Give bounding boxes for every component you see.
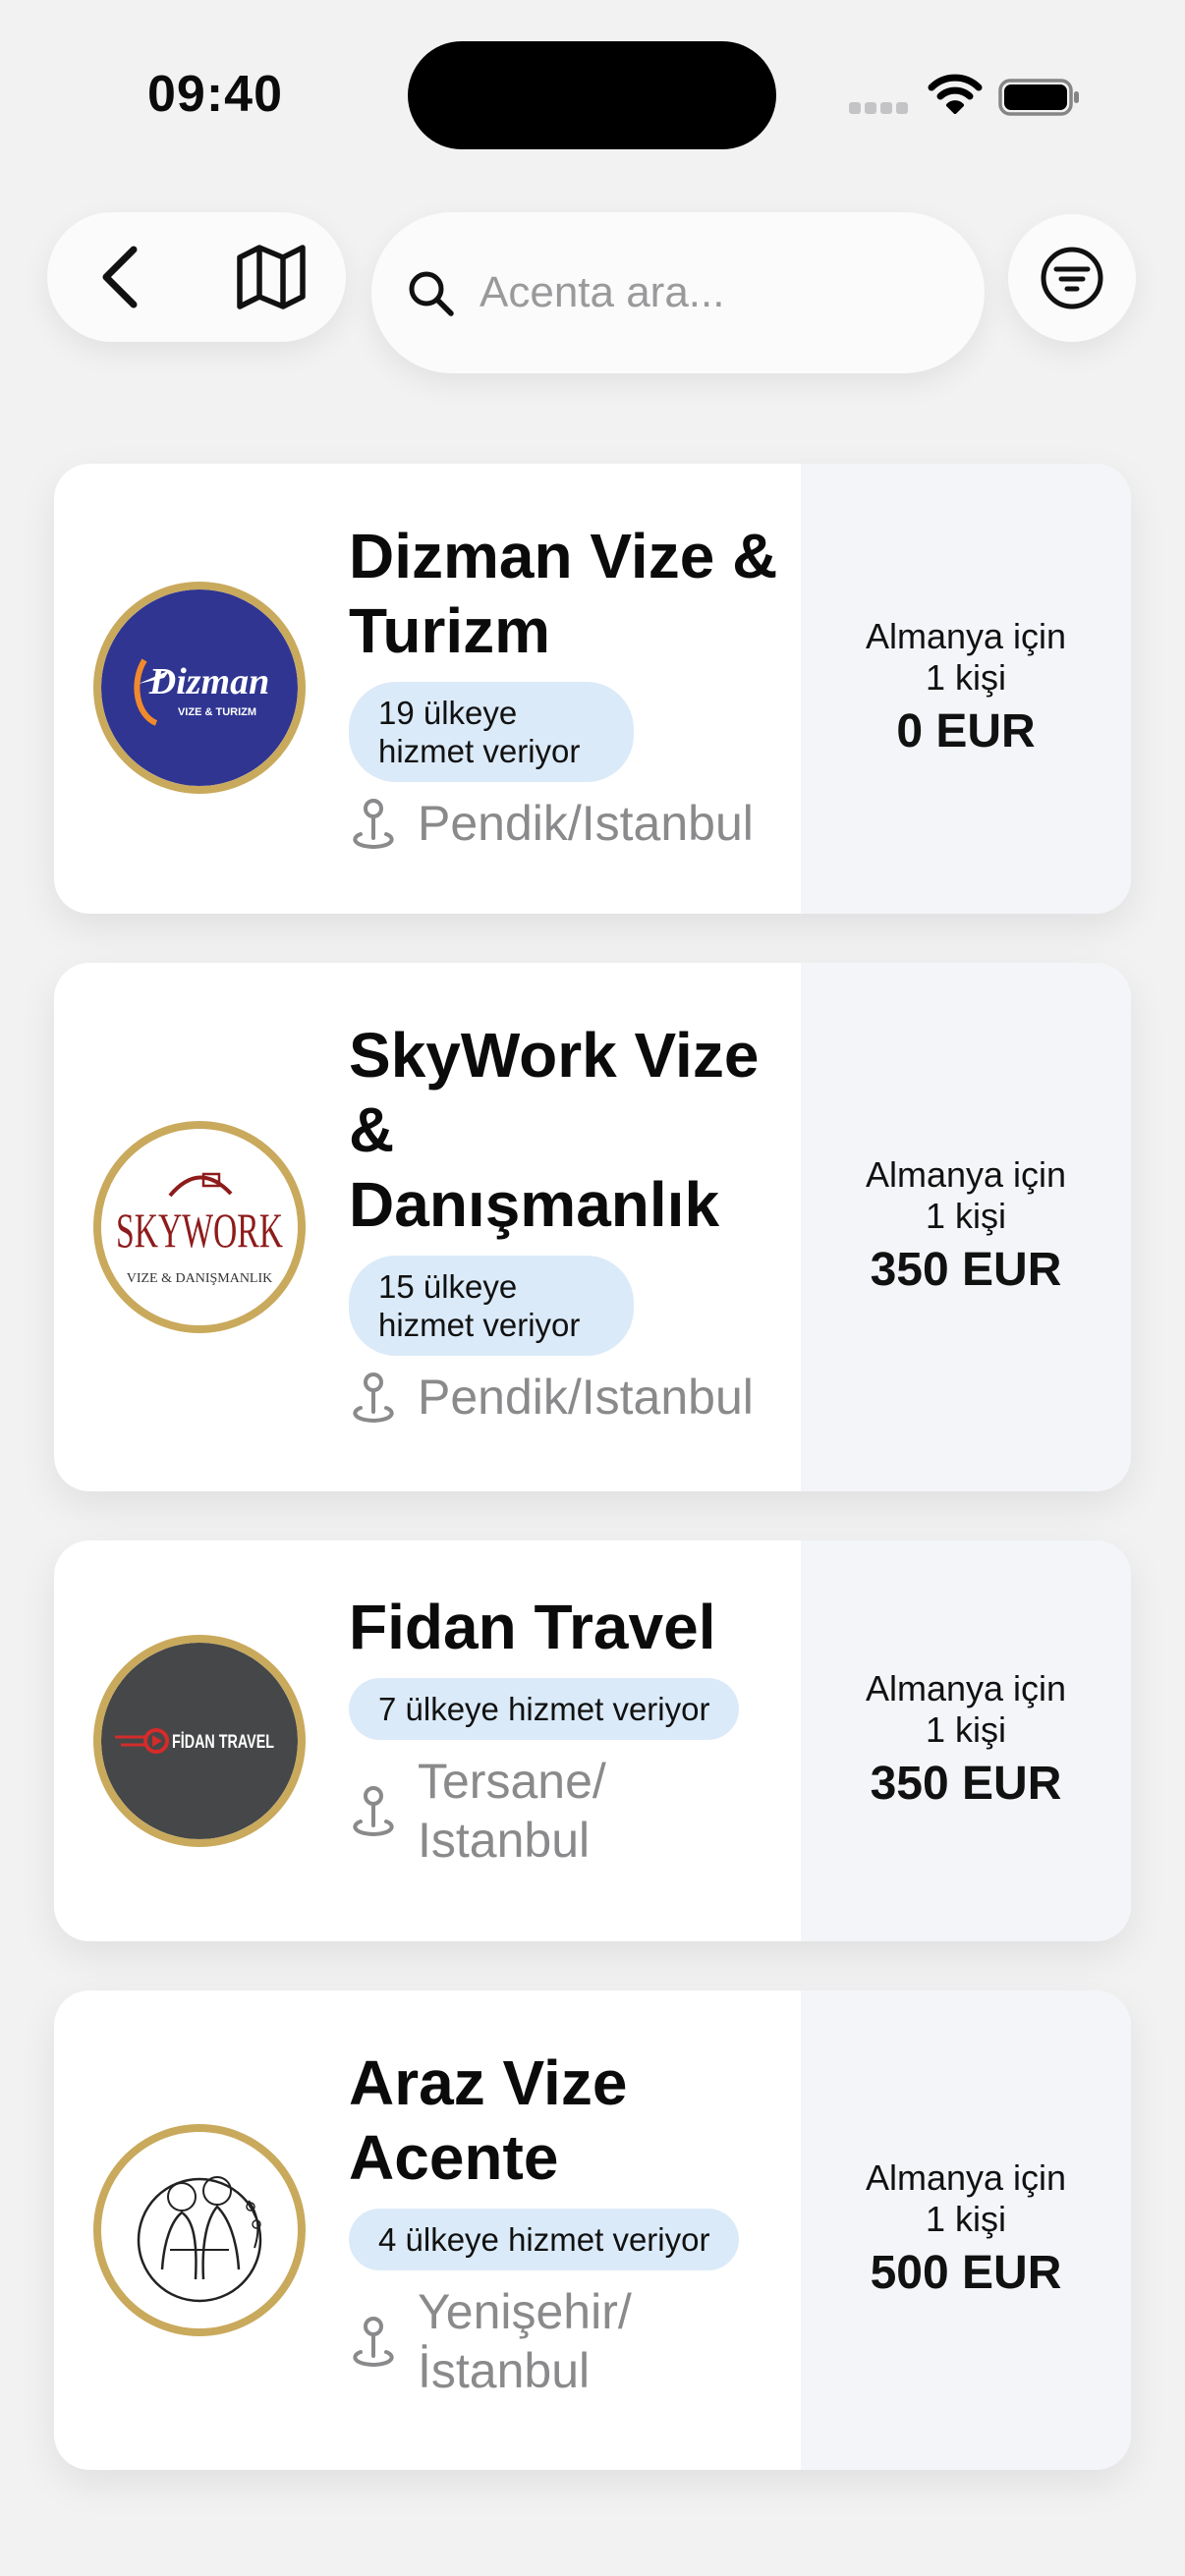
- location-row: Tersane/ Istanbul: [349, 1752, 811, 1870]
- map-button[interactable]: [234, 240, 309, 314]
- map-pin-icon: [353, 1372, 394, 1424]
- agency-logo: [93, 2124, 306, 2336]
- card-body: SkyWork Vize & Danışmanlık 15 ülkeye hiz…: [349, 1018, 811, 1427]
- dynamic-island: [408, 41, 776, 149]
- price-panel: Almanya için 1 kişi 350 EUR: [801, 1540, 1131, 1941]
- price-panel: Almanya için 1 kişi 350 EUR: [801, 963, 1131, 1491]
- price-caption: Almanya için 1 kişi: [865, 616, 1067, 698]
- nav-pill: [47, 212, 346, 342]
- agency-card[interactable]: SKYWORK VIZE & DANIŞMANLIK SkyWork Vize …: [54, 963, 1131, 1491]
- price-caption: Almanya için 1 kişi: [865, 1668, 1067, 1750]
- card-body: Fidan Travel 7 ülkeye hizmet veriyor Ter…: [349, 1590, 811, 1870]
- agency-card[interactable]: Dizman VIZE & TURIZM Dizman Vize & Turiz…: [54, 464, 1131, 914]
- location-row: Pendik/Istanbul: [349, 794, 811, 853]
- agency-list-screen: 09:40 Acenta ara... Dizman VIZE & TURIZM…: [0, 0, 1185, 2576]
- price-value: 350 EUR: [870, 1244, 1062, 1296]
- price-value: 0 EUR: [896, 705, 1036, 757]
- price-panel: Almanya için 1 kişi 500 EUR: [801, 1990, 1131, 2470]
- location-text: Pendik/Istanbul: [418, 796, 754, 851]
- battery-icon: [998, 79, 1079, 116]
- map-icon: [237, 245, 306, 309]
- price-panel: Almanya için 1 kişi 0 EUR: [801, 464, 1131, 914]
- agency-name: Araz Vize Acente: [349, 2047, 628, 2193]
- location-text: Tersane/ Istanbul: [418, 1754, 606, 1868]
- agency-logo: FİDAN TRAVEL: [93, 1635, 306, 1847]
- fidan-travel-logo: FİDAN TRAVEL: [101, 1643, 298, 1839]
- search-input[interactable]: [480, 252, 951, 334]
- map-pin-icon: [353, 2317, 394, 2368]
- price-value: 350 EUR: [870, 1758, 1062, 1810]
- agency-name: Fidan Travel: [349, 1592, 716, 1662]
- service-count-badge: 7 ülkeye hizmet veriyor: [349, 1678, 740, 1740]
- search-icon: [409, 271, 454, 316]
- card-body: Araz Vize Acente 4 ülkeye hizmet veriyor…: [349, 2045, 811, 2400]
- price-caption: Almanya için 1 kişi: [865, 1154, 1067, 1236]
- service-count-badge: 15 ülkeye hizmet veriyor: [349, 1256, 634, 1356]
- location-text: Yenişehir/ İstanbul: [418, 2284, 632, 2398]
- filter-button[interactable]: [1008, 214, 1136, 342]
- location-row: Yenişehir/ İstanbul: [349, 2282, 811, 2400]
- service-count-badge: 4 ülkeye hizmet veriyor: [349, 2209, 740, 2270]
- svg-text:SKYWORK: SKYWORK: [116, 1203, 283, 1258]
- svg-text:VIZE & DANIŞMANLIK: VIZE & DANIŞMANLIK: [127, 1271, 273, 1286]
- back-button[interactable]: [86, 242, 155, 312]
- agency-name: Dizman Vize & Turizm: [349, 521, 778, 666]
- svg-text:FİDAN TRAVEL: FİDAN TRAVEL: [172, 1732, 274, 1753]
- card-body: Dizman Vize & Turizm 19 ülkeye hizmet ve…: [349, 519, 811, 853]
- araz-vize-logo: [101, 2132, 298, 2328]
- location-text: Pendik/Istanbul: [418, 1370, 754, 1425]
- agency-card[interactable]: Araz Vize Acente 4 ülkeye hizmet veriyor…: [54, 1990, 1131, 2470]
- agency-card[interactable]: FİDAN TRAVEL Fidan Travel 7 ülkeye hizme…: [54, 1540, 1131, 1941]
- search-bar[interactable]: [371, 212, 985, 373]
- agency-name: SkyWork Vize & Danışmanlık: [349, 1020, 760, 1240]
- svg-text:VIZE & TURIZM: VIZE & TURIZM: [178, 706, 256, 718]
- status-time: 09:40: [147, 66, 283, 123]
- dizman-logo: Dizman VIZE & TURIZM: [101, 589, 298, 786]
- service-count-badge: 19 ülkeye hizmet veriyor: [349, 682, 634, 782]
- chevron-left-icon: [102, 246, 138, 308]
- map-pin-icon: [353, 1786, 394, 1837]
- agency-logo: Dizman VIZE & TURIZM: [93, 582, 306, 794]
- skywork-logo: SKYWORK VIZE & DANIŞMANLIK: [101, 1129, 298, 1325]
- price-value: 500 EUR: [870, 2247, 1062, 2299]
- status-icons: [849, 69, 1085, 128]
- map-pin-icon: [353, 799, 394, 850]
- agency-logo: SKYWORK VIZE & DANIŞMANLIK: [93, 1121, 306, 1333]
- wifi-icon: [928, 74, 983, 114]
- svg-text:Dizman: Dizman: [148, 661, 269, 702]
- price-caption: Almanya için 1 kişi: [865, 2157, 1067, 2239]
- location-row: Pendik/Istanbul: [349, 1368, 811, 1427]
- signal-icon: [849, 102, 908, 114]
- filter-icon: [1041, 247, 1103, 309]
